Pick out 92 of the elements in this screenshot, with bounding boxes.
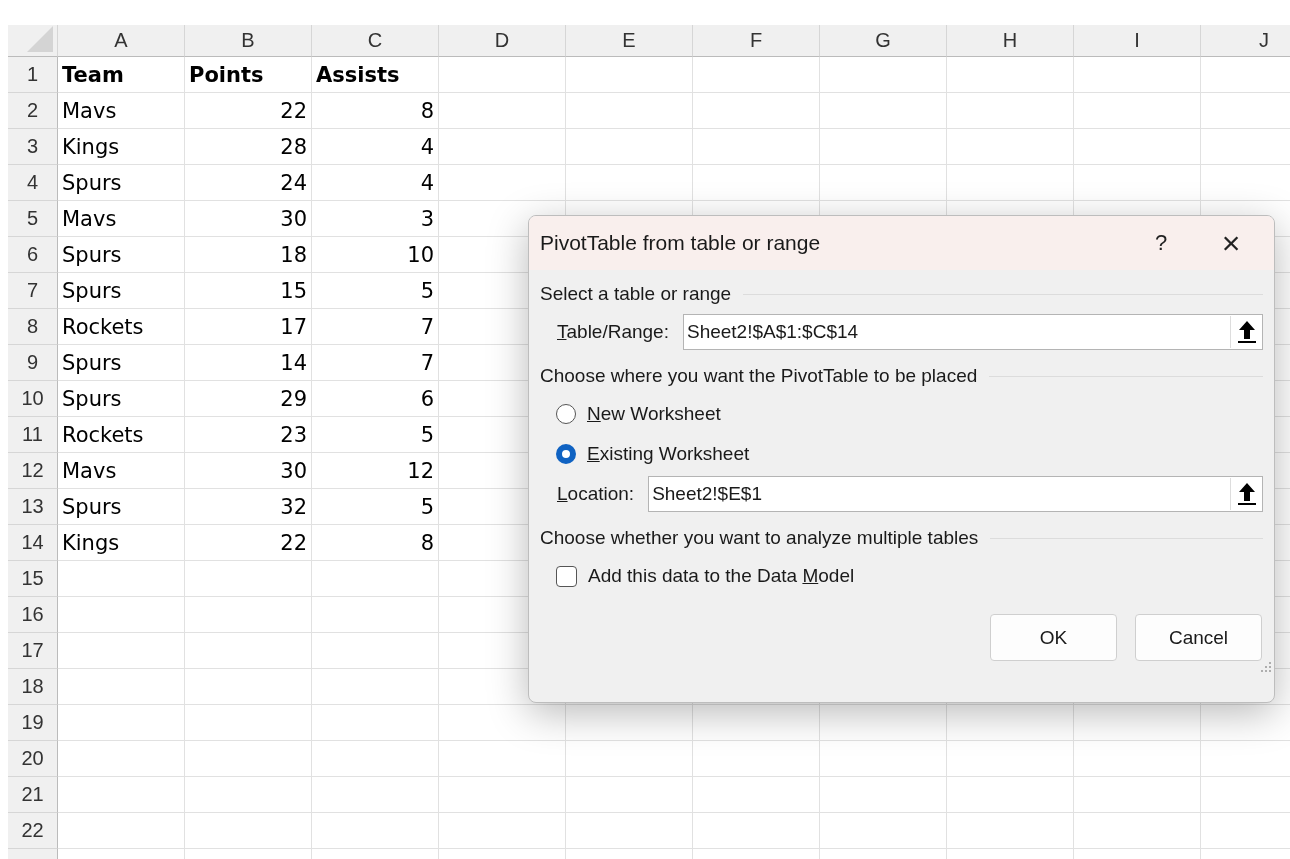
table-cell: Mavs	[58, 93, 185, 129]
table-cell: Spurs	[58, 237, 185, 273]
row-header[interactable]: 17	[8, 633, 58, 669]
row-header[interactable]: 15	[8, 561, 58, 597]
table-cell: Mavs	[58, 201, 185, 237]
table-cell: 23	[185, 417, 312, 453]
row-header[interactable]: 3	[8, 129, 58, 165]
table-cell: Spurs	[58, 381, 185, 417]
table-cell: 24	[185, 165, 312, 201]
table-cell: Rockets	[58, 309, 185, 345]
section-heading: Choose whether you want to analyze multiple tables	[540, 527, 979, 549]
table-cell: Rockets	[58, 417, 185, 453]
close-button[interactable]: ×	[1201, 221, 1261, 265]
table-cell: 30	[185, 453, 312, 489]
row-header[interactable]: 9	[8, 345, 58, 381]
cancel-button[interactable]: Cancel	[1135, 614, 1262, 661]
table-cell: 28	[185, 129, 312, 165]
table-cell: Assists	[312, 57, 439, 93]
table-cell: 5	[312, 489, 439, 525]
table-cell: 22	[185, 525, 312, 561]
table-cell: Team	[58, 57, 185, 93]
radio-option[interactable]: New Worksheet	[540, 394, 1263, 434]
table-cell: 14	[185, 345, 312, 381]
table-cell: 8	[312, 525, 439, 561]
column-header[interactable]: D	[439, 25, 566, 57]
column-header[interactable]: E	[566, 25, 693, 57]
row-header[interactable]: 18	[8, 669, 58, 705]
table-cell: 5	[312, 417, 439, 453]
input-field[interactable]: Sheet2!$A$1:$C$14	[682, 314, 1263, 350]
up-arrow-icon	[1236, 482, 1257, 506]
table-cell: Kings	[58, 129, 185, 165]
table-cell: 5	[312, 273, 439, 309]
table-cell: 7	[312, 345, 439, 381]
column-header[interactable]: H	[947, 25, 1074, 57]
row-header[interactable]: 8	[8, 309, 58, 345]
row-header[interactable]: 20	[8, 741, 58, 777]
table-cell: 10	[312, 237, 439, 273]
row-header[interactable]: 16	[8, 597, 58, 633]
table-cell: 6	[312, 381, 439, 417]
table-cell: Spurs	[58, 165, 185, 201]
row-header[interactable]: 1	[8, 57, 58, 93]
column-header[interactable]: F	[693, 25, 820, 57]
row-header[interactable]: 14	[8, 525, 58, 561]
resize-grip-icon[interactable]	[1260, 661, 1272, 673]
row-header[interactable]: 7	[8, 273, 58, 309]
table-cell: Spurs	[58, 273, 185, 309]
row-header[interactable]: 5	[8, 201, 58, 237]
row-header[interactable]: 4	[8, 165, 58, 201]
table-cell: 12	[312, 453, 439, 489]
section-heading: Choose where you want the PivotTable to be placed	[540, 365, 978, 387]
row-header[interactable]: 22	[8, 813, 58, 849]
ok-button[interactable]: OK	[990, 614, 1117, 661]
checkbox-option[interactable]: Add this data to the Data Model	[540, 556, 1263, 596]
radio-option[interactable]: Existing Worksheet	[540, 434, 1263, 474]
help-button[interactable]: ?	[1131, 221, 1191, 265]
field-label: Location:	[557, 483, 635, 505]
table-cell: Kings	[58, 525, 185, 561]
column-header[interactable]: J	[1201, 25, 1290, 57]
table-cell: 3	[312, 201, 439, 237]
row-header[interactable]: 6	[8, 237, 58, 273]
table-cell: Spurs	[58, 345, 185, 381]
column-header[interactable]: G	[820, 25, 947, 57]
row-header[interactable]: 11	[8, 417, 58, 453]
column-header[interactable]: B	[185, 25, 312, 57]
column-header[interactable]: C	[312, 25, 439, 57]
table-cell: 4	[312, 129, 439, 165]
table-cell: 32	[185, 489, 312, 525]
table-cell: 30	[185, 201, 312, 237]
row-header[interactable]: 13	[8, 489, 58, 525]
input-field[interactable]: Sheet2!$E$1	[648, 476, 1263, 512]
row-header[interactable]: 21	[8, 777, 58, 813]
field-label: Table/Range:	[557, 321, 669, 343]
table-cell: 15	[185, 273, 312, 309]
table-cell: 29	[185, 381, 312, 417]
row-header[interactable]: 2	[8, 93, 58, 129]
column-header[interactable]: A	[58, 25, 185, 57]
dialog-title: PivotTable from table or range	[540, 231, 822, 255]
row-header[interactable]: 10	[8, 381, 58, 417]
up-arrow-icon	[1236, 320, 1257, 344]
table-cell: 4	[312, 165, 439, 201]
table-cell: 7	[312, 309, 439, 345]
table-cell: 22	[185, 93, 312, 129]
section-heading: Select a table or range	[540, 283, 732, 305]
table-cell: 8	[312, 93, 439, 129]
table-cell: 17	[185, 309, 312, 345]
table-cell: Spurs	[58, 489, 185, 525]
table-cell: Points	[185, 57, 312, 93]
column-header[interactable]: I	[1074, 25, 1201, 57]
row-header[interactable]: 12	[8, 453, 58, 489]
table-cell: 18	[185, 237, 312, 273]
row-header[interactable]: 19	[8, 705, 58, 741]
table-cell: Mavs	[58, 453, 185, 489]
